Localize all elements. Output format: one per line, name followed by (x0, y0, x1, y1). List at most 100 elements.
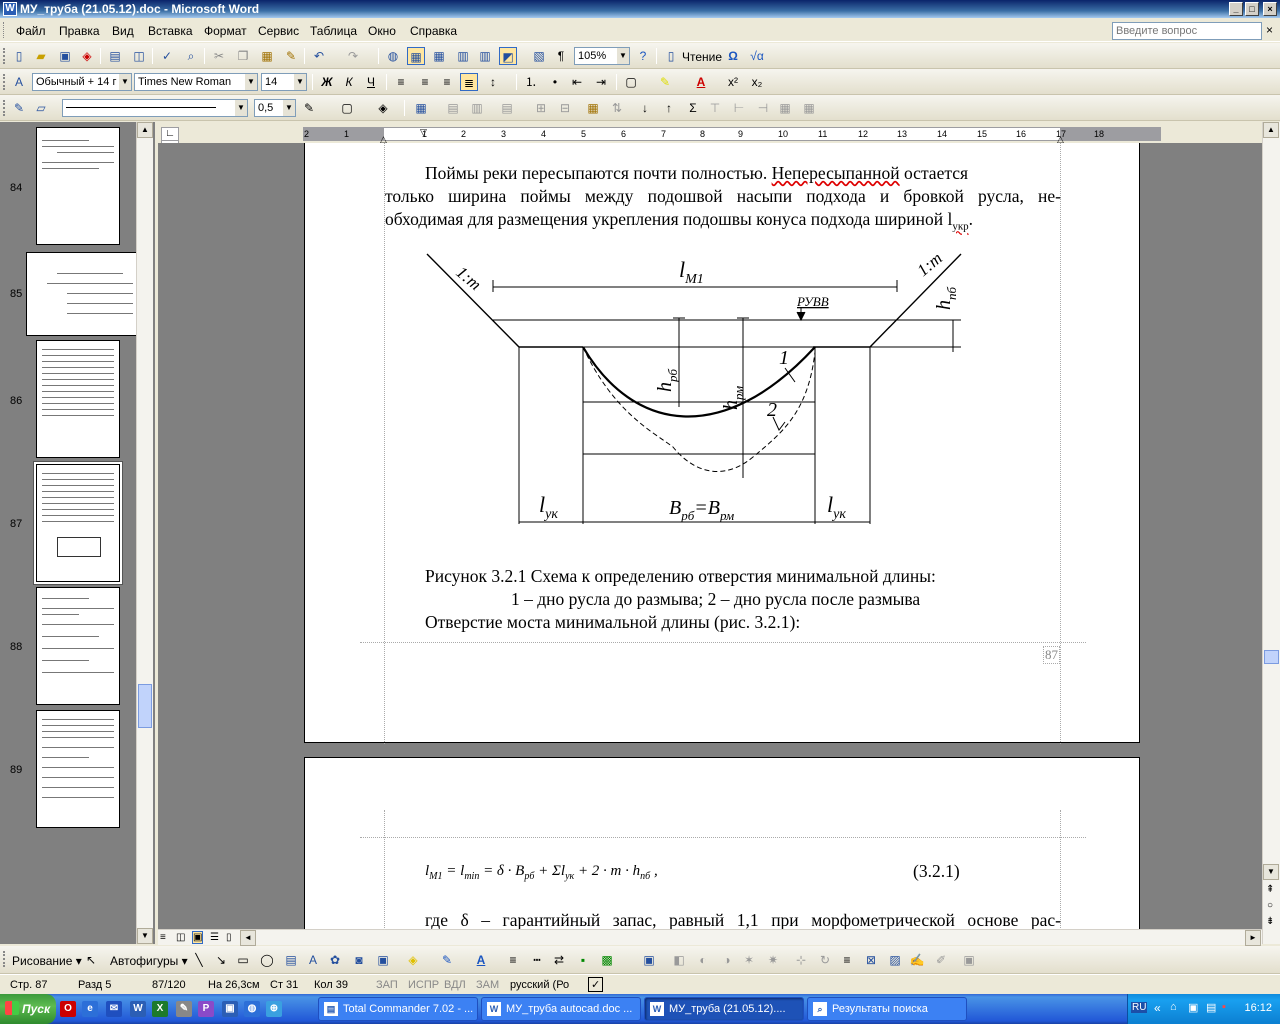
textbox-icon[interactable]: ▤ (282, 951, 300, 969)
scroll-right-button[interactable]: ► (1245, 930, 1261, 946)
tab-selector[interactable]: ∟ (161, 127, 179, 141)
picture-icon[interactable]: ▣ (374, 951, 392, 969)
new-document-icon[interactable]: ▯ (10, 47, 28, 65)
tables-borders-icon[interactable]: ▦ (407, 47, 425, 65)
split-cells-icon[interactable]: ▥ (468, 99, 486, 117)
table-tool-icon-5[interactable]: ▦ (800, 99, 818, 117)
outline-view-icon[interactable]: ☰ (210, 932, 219, 943)
line-icon[interactable]: ╲ (190, 951, 208, 969)
menu-help[interactable]: Справка (410, 24, 457, 38)
picture-toolbar-icon-5[interactable]: ✶ (740, 951, 758, 969)
page-thumbnail-86[interactable] (36, 340, 120, 458)
align-left-icon[interactable]: ≡ (392, 73, 410, 91)
superscript-icon[interactable]: x² (724, 73, 742, 91)
format-painter-icon[interactable]: ✎ (282, 47, 300, 65)
browse-object-icon[interactable]: ○ (1267, 900, 1273, 911)
outside-border-icon[interactable]: ▢ (338, 99, 356, 117)
rectangle-icon[interactable]: ▭ (234, 951, 252, 969)
align-right-icon[interactable]: ≡ (438, 73, 456, 91)
word-app-icon[interactable]: W (3, 2, 17, 16)
wordart-icon[interactable]: A (304, 951, 322, 969)
normal-view-icon[interactable]: ≡ (160, 932, 166, 943)
columns-icon[interactable]: ▥ (476, 47, 494, 65)
dash-style-icon[interactable]: ┅ (528, 951, 546, 969)
toolbar-grip[interactable] (3, 48, 6, 64)
line-style-select[interactable]: ▼ (62, 99, 248, 117)
style-select[interactable]: Обычный + 14 г ▼ (32, 73, 132, 91)
drawing-menu-button[interactable]: Рисование ▾ (12, 954, 82, 968)
web-view-icon[interactable]: ◫ (176, 932, 185, 943)
eraser-icon[interactable]: ▱ (32, 99, 50, 117)
insert-table-icon-2[interactable]: ▦ (412, 99, 430, 117)
diagram-icon[interactable]: ✿ (326, 951, 344, 969)
opera-icon[interactable]: O (60, 1001, 76, 1017)
task-search-results[interactable]: ⌕ Результаты поиска (807, 997, 967, 1021)
thumbnail-scrollbar[interactable]: ▲ ▼ (136, 122, 153, 944)
page-thumbnail-84[interactable] (36, 127, 120, 245)
menu-grip[interactable] (3, 22, 6, 38)
reading-view-icon[interactable]: ▯ (226, 932, 232, 943)
app-quicklaunch-icon[interactable]: P (198, 1001, 214, 1017)
browser-quicklaunch-icon[interactable]: ⊕ (266, 1001, 282, 1017)
hyperlink-icon[interactable]: ◍ (384, 47, 402, 65)
mail-icon[interactable]: ✉ (106, 1001, 122, 1017)
equation-icon[interactable]: √α (748, 47, 766, 65)
menu-format[interactable]: Формат (204, 24, 247, 38)
text-wrap-icon[interactable]: ▨ (886, 951, 904, 969)
tool-quicklaunch-icon[interactable]: ✎ (176, 1001, 192, 1017)
picture-toolbar-icon-3[interactable]: ◐ (694, 951, 712, 969)
show-hidden-icons[interactable]: « (1154, 1001, 1161, 1015)
picture-toolbar-icon-2[interactable]: ◧ (670, 951, 688, 969)
rotate-icon[interactable]: ↻ (816, 951, 834, 969)
drawing-icon[interactable]: ◩ (499, 47, 517, 65)
task-total-commander[interactable]: ▤ Total Commander 7.02 - ... (318, 997, 478, 1021)
redo-icon[interactable]: ↷ (344, 47, 362, 65)
tray-network-icon[interactable]: ⌂ (1170, 1001, 1177, 1013)
insert-excel-icon[interactable]: ▥ (454, 47, 472, 65)
italic-icon[interactable]: К (340, 73, 358, 91)
format-picture-icon[interactable]: ✍ (908, 951, 926, 969)
menu-view[interactable]: Вид (112, 24, 134, 38)
status-ovr[interactable]: ЗАМ (476, 979, 499, 991)
highlight-icon[interactable]: ✎ (656, 73, 674, 91)
font-size-select[interactable]: 14 ▼ (261, 73, 307, 91)
picture-toolbar-icon-1[interactable]: ▣ (640, 951, 658, 969)
network-quicklaunch-icon[interactable]: ◍ (244, 1001, 260, 1017)
toolbar-grip[interactable] (3, 74, 6, 90)
ask-question-input[interactable]: Введите вопрос (1112, 22, 1262, 40)
zoom-select[interactable]: 105% ▼ (574, 47, 630, 65)
permission-icon[interactable]: ◈ (78, 47, 96, 65)
clipart-icon[interactable]: ◙ (350, 951, 368, 969)
read-mode-button[interactable]: Чтение (682, 50, 722, 64)
ie-icon[interactable]: e (82, 1001, 98, 1017)
status-language[interactable]: русский (Ро (510, 979, 569, 991)
excel-quicklaunch-icon[interactable]: X (152, 1001, 168, 1017)
page-thumbnail-85[interactable] (26, 252, 144, 336)
save-quicklaunch-icon[interactable]: ▣ (222, 1001, 238, 1017)
next-page-icon[interactable]: ⇟ (1266, 916, 1274, 927)
clock[interactable]: 16:12 (1244, 1002, 1272, 1014)
align-cell-icon[interactable]: ▤ (498, 99, 516, 117)
scroll-up-button[interactable]: ▲ (137, 122, 153, 138)
scroll-down-button[interactable]: ▼ (137, 928, 153, 944)
increase-indent-icon[interactable]: ⇥ (592, 73, 610, 91)
spelling-icon[interactable]: ✓ (158, 47, 176, 65)
horizontal-ruler[interactable]: 2 1 1 2 3 4 5 6 7 8 9 10 11 12 13 14 15 … (303, 127, 1161, 144)
autoshapes-button[interactable]: Автофигуры ▾ (110, 954, 188, 968)
select-objects-icon[interactable]: ↖ (82, 951, 100, 969)
distribute-columns-icon[interactable]: ⊟ (556, 99, 574, 117)
toolbar-grip[interactable] (3, 951, 6, 967)
picture-toolbar-icon-4[interactable]: ◑ (718, 951, 736, 969)
read-mode-icon[interactable]: ▯ (662, 47, 680, 65)
print-layout-icon[interactable]: ▣ (192, 931, 204, 944)
tray-computer-icon[interactable]: ▤ (1206, 1001, 1216, 1014)
document-area[interactable]: Поймы реки пересыпаются почти полностью.… (158, 143, 1262, 929)
save-icon[interactable]: ▣ (56, 47, 74, 65)
doc-close-button[interactable]: × (1266, 23, 1273, 37)
menu-tools[interactable]: Сервис (258, 24, 299, 38)
justify-icon[interactable]: ≣ (460, 73, 478, 91)
table-tool-icon-2[interactable]: ⊢ (730, 99, 748, 117)
print-icon[interactable]: ▤ (106, 47, 124, 65)
line-spacing-icon[interactable]: ↕ (484, 73, 502, 91)
fill-color-icon[interactable]: ◈ (404, 951, 422, 969)
